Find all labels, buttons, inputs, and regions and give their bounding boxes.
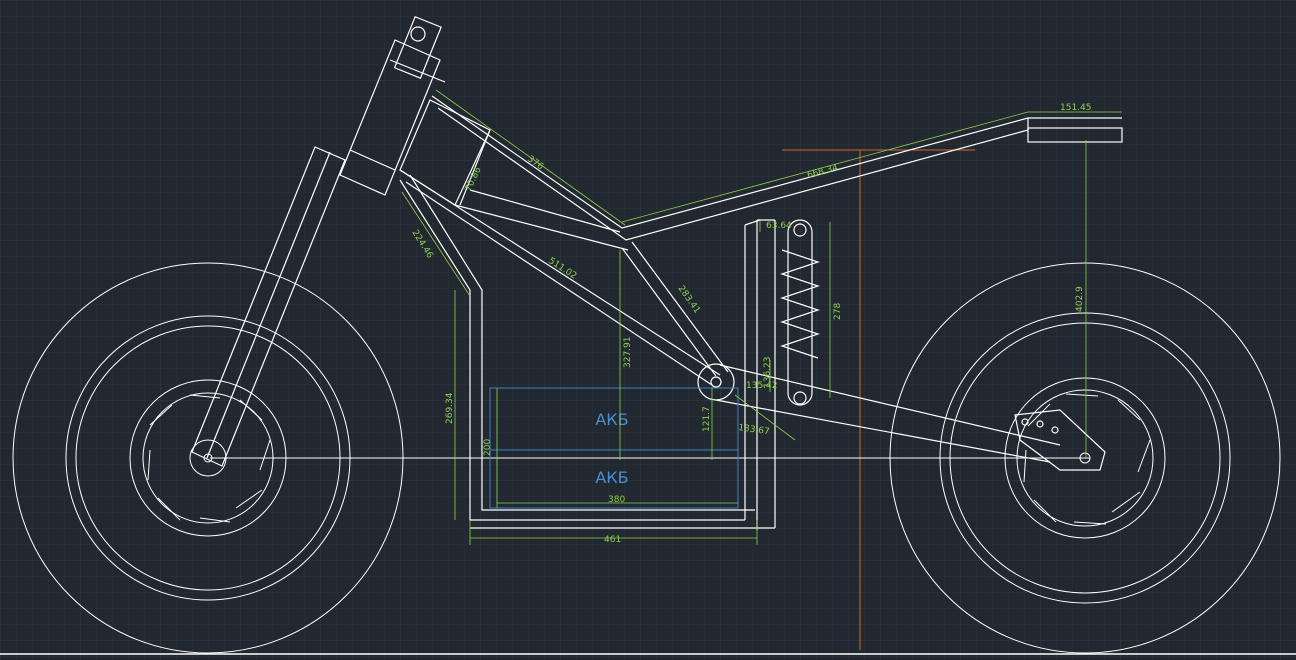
dim-battery-height: 200 <box>483 439 493 456</box>
dim-pivot-axle: 121.7 <box>702 406 712 432</box>
dim-front-frame-height: 269.34 <box>445 392 455 424</box>
battery-label-upper: АКБ <box>595 410 628 429</box>
battery-label-lower: АКБ <box>595 468 628 487</box>
dim-shock-spring: 278 <box>833 303 843 320</box>
grid-background <box>0 0 1296 660</box>
dim-rear-axle-height: 402.9 <box>1075 286 1085 312</box>
dim-shock-top: 63.64 <box>766 221 792 231</box>
cad-drawing-canvas[interactable]: АКБ АКБ 151.45 668.34 376 70.86 224.46 5… <box>0 0 1296 660</box>
dim-battery-width: 380 <box>608 495 625 505</box>
dim-rear-rack: 151.45 <box>1060 103 1092 113</box>
dim-swingarm-spar: 327.91 <box>623 337 633 369</box>
dim-pivot-mount-offset: 135.42 <box>746 381 778 391</box>
dim-frame-bottom: 461 <box>604 535 621 545</box>
